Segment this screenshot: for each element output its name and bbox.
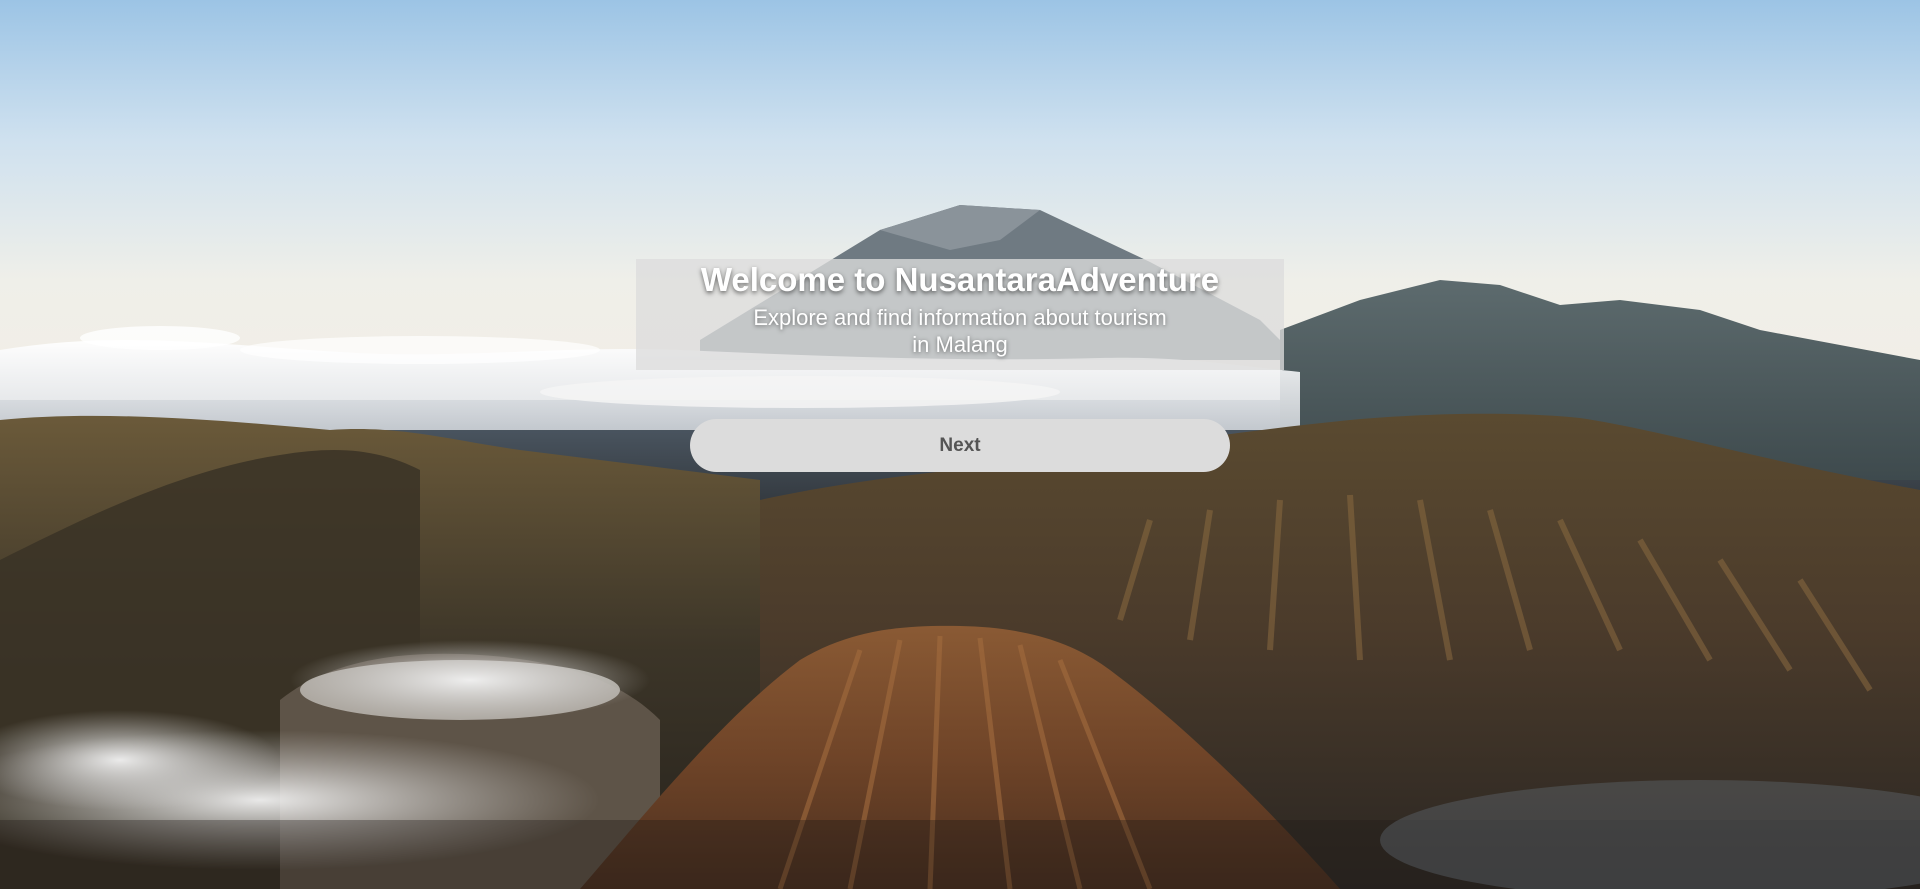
welcome-title: Welcome to NusantaraAdventure: [700, 261, 1220, 298]
welcome-subtitle: Explore and find information about touri…: [753, 305, 1167, 357]
welcome-screen: Welcome to NusantaraAdventure Explore an…: [0, 0, 1920, 889]
next-button[interactable]: Next: [690, 419, 1230, 472]
welcome-panel: Welcome to NusantaraAdventure Explore an…: [636, 259, 1284, 370]
